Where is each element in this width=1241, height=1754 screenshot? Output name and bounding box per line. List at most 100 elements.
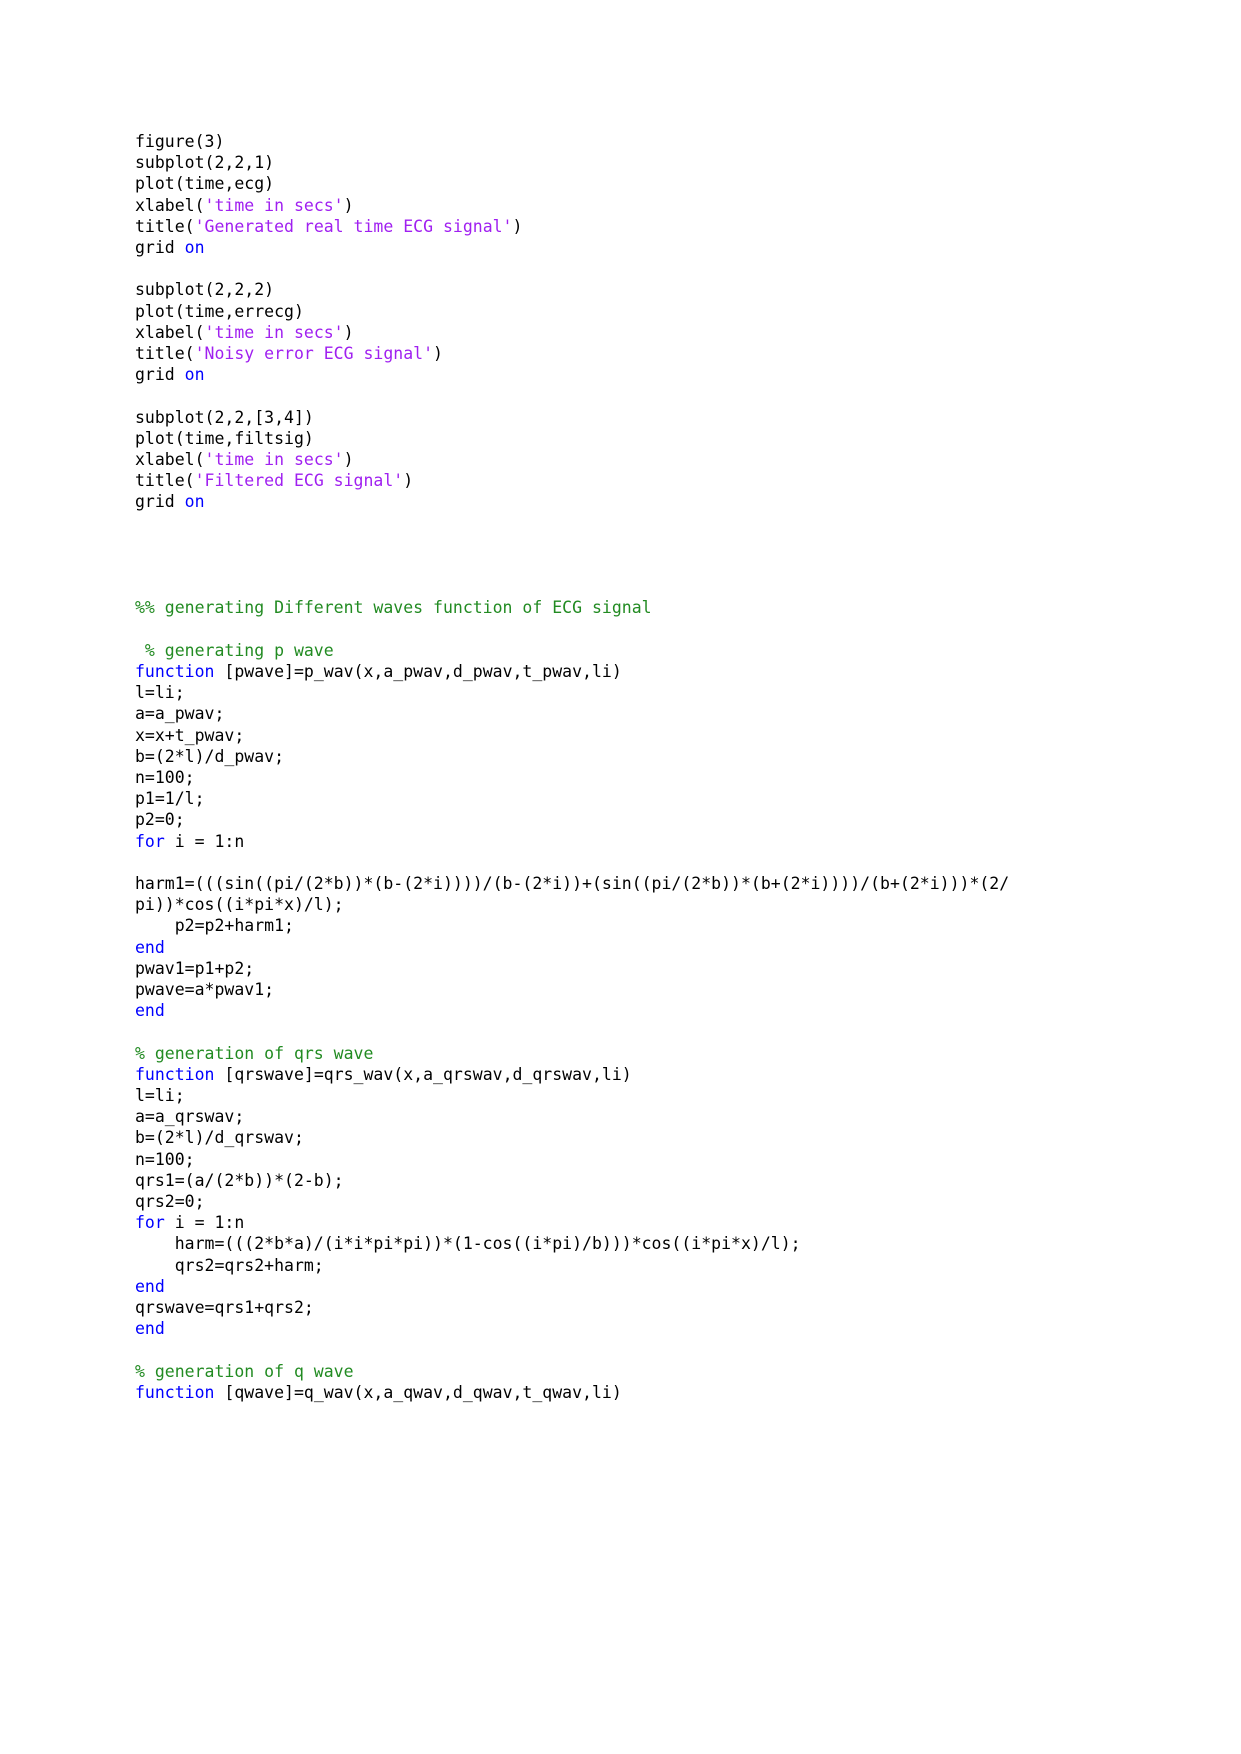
code-token-plain: xlabel( bbox=[135, 322, 205, 342]
code-token-plain: xlabel( bbox=[135, 195, 205, 215]
code-token-plain: [qwave]=q_wav(x,a_qwav,d_qwav,t_qwav,li) bbox=[214, 1382, 622, 1402]
code-token-plain: ) bbox=[343, 450, 354, 470]
code-line: grid on bbox=[135, 364, 1015, 385]
code-token-plain: ) bbox=[403, 471, 414, 491]
code-token-keyword: on bbox=[184, 238, 205, 258]
code-token-plain: ) bbox=[512, 216, 523, 236]
code-line: xlabel('time in secs') bbox=[135, 449, 1015, 470]
code-line: figure(3) bbox=[135, 131, 1015, 152]
code-token-plain: subplot(2,2,2) bbox=[135, 280, 275, 300]
code-token-plain: p1=1/l; bbox=[135, 789, 205, 809]
code-line: end bbox=[135, 937, 1015, 958]
code-line: title('Generated real time ECG signal') bbox=[135, 216, 1015, 237]
code-line: plot(time,filtsig) bbox=[135, 428, 1015, 449]
code-token-keyword: function bbox=[135, 661, 215, 681]
code-line: xlabel('time in secs') bbox=[135, 195, 1015, 216]
code-line: for i = 1:n bbox=[135, 831, 1015, 852]
code-line: pwave=a*pwav1; bbox=[135, 979, 1015, 1000]
code-token-plain: plot(time,errecg) bbox=[135, 301, 304, 321]
code-line: n=100; bbox=[135, 767, 1015, 788]
code-line: x=x+t_pwav; bbox=[135, 725, 1015, 746]
code-token-string: 'Generated real time ECG signal' bbox=[194, 216, 513, 236]
code-line: title('Noisy error ECG signal') bbox=[135, 343, 1015, 364]
code-line: harm=(((2*b*a)/(i*i*pi*pi))*(1-cos((i*pi… bbox=[135, 1233, 1015, 1254]
code-token-plain: a=a_qrswav; bbox=[135, 1107, 245, 1127]
code-line: grid on bbox=[135, 491, 1015, 512]
code-line: qrs1=(a/(2*b))*(2-b); bbox=[135, 1170, 1015, 1191]
code-token-keyword: function bbox=[135, 1382, 215, 1402]
code-token-plain: l=li; bbox=[135, 1086, 185, 1105]
code-token-plain: [qrswave]=qrs_wav(x,a_qrswav,d_qrswav,li… bbox=[214, 1064, 632, 1084]
code-line: subplot(2,2,1) bbox=[135, 152, 1015, 173]
code-line: harm1=(((sin((pi/(2*b))*(b-(2*i))))/(b-(… bbox=[135, 873, 1015, 915]
code-token-keyword: end bbox=[135, 1276, 165, 1296]
code-token-keyword: on bbox=[184, 365, 205, 385]
code-line: pwav1=p1+p2; bbox=[135, 958, 1015, 979]
code-token-plain: pwav1=p1+p2; bbox=[135, 958, 255, 978]
code-token-string: 'time in secs' bbox=[204, 322, 344, 342]
code-line: end bbox=[135, 1000, 1015, 1021]
code-token-plain: grid bbox=[135, 365, 185, 385]
code-token-plain: qrs2=0; bbox=[135, 1192, 205, 1212]
code-token-plain: qrswave=qrs1+qrs2; bbox=[135, 1298, 314, 1318]
code-token-plain: grid bbox=[135, 238, 185, 258]
code-line: p2=p2+harm1; bbox=[135, 915, 1015, 936]
code-token-plain: title( bbox=[135, 344, 195, 364]
code-line: qrs2=qrs2+harm; bbox=[135, 1255, 1015, 1276]
code-token-keyword: function bbox=[135, 1064, 215, 1084]
code-token-keyword: end bbox=[135, 1001, 165, 1021]
code-line: qrs2=0; bbox=[135, 1191, 1015, 1212]
code-line: subplot(2,2,2) bbox=[135, 279, 1015, 300]
code-line: function [pwave]=p_wav(x,a_pwav,d_pwav,t… bbox=[135, 661, 1015, 682]
code-token-plain: subplot(2,2,[3,4]) bbox=[135, 407, 314, 427]
code-token-plain: b=(2*l)/d_pwav; bbox=[135, 746, 285, 766]
code-token-plain: title( bbox=[135, 216, 195, 236]
code-token-plain: harm1=(((sin((pi/(2*b))*(b-(2*i))))/(b-(… bbox=[135, 873, 1010, 915]
code-token-string: 'time in secs' bbox=[204, 450, 344, 470]
code-token-plain: subplot(2,2,1) bbox=[135, 153, 275, 173]
code-token-plain: l=li; bbox=[135, 683, 185, 703]
code-token-plain: title( bbox=[135, 471, 195, 491]
code-token-plain: p2=0; bbox=[135, 810, 185, 830]
code-line: %% generating Different waves function o… bbox=[135, 597, 1015, 618]
code-token-plain: plot(time,ecg) bbox=[135, 174, 275, 194]
code-line: a=a_pwav; bbox=[135, 703, 1015, 724]
code-token-plain: a=a_pwav; bbox=[135, 704, 225, 724]
code-token-plain: n=100; bbox=[135, 1149, 195, 1169]
code-token-plain: qrs2=qrs2+harm; bbox=[135, 1255, 324, 1275]
code-token-plain: i = 1:n bbox=[164, 1213, 245, 1233]
code-token-plain: x=x+t_pwav; bbox=[135, 725, 245, 745]
code-line: p1=1/l; bbox=[135, 788, 1015, 809]
code-token-plain: i = 1:n bbox=[164, 831, 245, 851]
code-line: l=li; bbox=[135, 682, 1015, 703]
code-line: function [qrswave]=qrs_wav(x,a_qrswav,d_… bbox=[135, 1064, 1015, 1085]
code-token-plain: qrs1=(a/(2*b))*(2-b); bbox=[135, 1170, 344, 1190]
code-token-plain: ) bbox=[343, 322, 354, 342]
code-line: % generating p wave bbox=[135, 640, 1015, 661]
code-token-plain: p2=p2+harm1; bbox=[135, 916, 294, 936]
code-line: plot(time,ecg) bbox=[135, 173, 1015, 194]
code-token-plain: plot(time,filtsig) bbox=[135, 428, 314, 448]
code-token-plain: grid bbox=[135, 492, 185, 512]
code-token-plain: figure(3) bbox=[135, 132, 225, 151]
code-line: function [qwave]=q_wav(x,a_qwav,d_qwav,t… bbox=[135, 1382, 1015, 1403]
code-line: title('Filtered ECG signal') bbox=[135, 470, 1015, 491]
code-line: plot(time,errecg) bbox=[135, 301, 1015, 322]
code-line: xlabel('time in secs') bbox=[135, 322, 1015, 343]
code-token-plain: [pwave]=p_wav(x,a_pwav,d_pwav,t_pwav,li) bbox=[214, 661, 622, 681]
code-token-keyword: on bbox=[184, 492, 205, 512]
code-line: end bbox=[135, 1318, 1015, 1339]
code-token-plain: ) bbox=[433, 344, 443, 364]
code-token-plain: ) bbox=[343, 195, 354, 215]
code-token-plain: harm=(((2*b*a)/(i*i*pi*pi))*(1-cos((i*pi… bbox=[135, 1234, 801, 1254]
